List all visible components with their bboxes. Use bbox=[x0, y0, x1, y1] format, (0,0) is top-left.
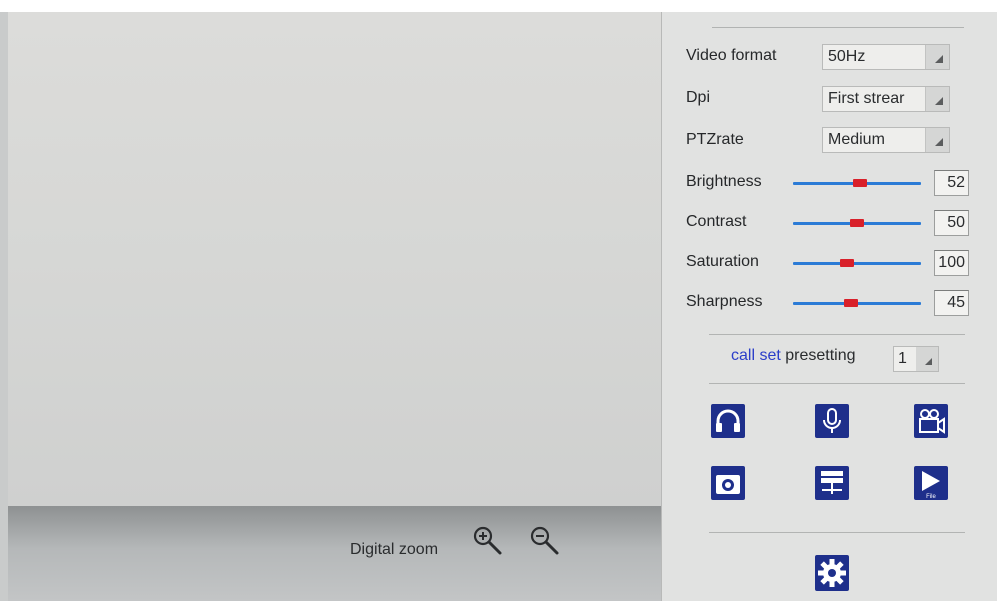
zoom-in-button[interactable] bbox=[470, 524, 510, 560]
gear-icon bbox=[818, 559, 846, 587]
preset-value: 1 bbox=[898, 350, 907, 367]
zoom-out-button[interactable] bbox=[527, 524, 567, 560]
brightness-label: Brightness bbox=[686, 173, 762, 190]
settings-button[interactable] bbox=[815, 555, 849, 591]
panel-divider bbox=[709, 383, 965, 384]
video-preview[interactable] bbox=[8, 12, 661, 506]
video-format-value: 50Hz bbox=[828, 48, 866, 65]
snapshot-button[interactable] bbox=[711, 466, 745, 500]
slider-thumb[interactable] bbox=[850, 219, 864, 227]
headphones-icon bbox=[716, 409, 740, 432]
sharpness-value[interactable]: 45 bbox=[934, 290, 969, 316]
app-window: Digital zoom Video format 50Hz Dpi First… bbox=[0, 0, 997, 601]
top-strip bbox=[0, 0, 997, 12]
dropdown-arrow-icon bbox=[925, 87, 949, 111]
ptz-rate-value: Medium bbox=[828, 131, 885, 148]
dpi-select[interactable]: First strear bbox=[822, 86, 950, 112]
network-button[interactable] bbox=[815, 466, 849, 500]
sharpness-slider[interactable] bbox=[793, 293, 921, 313]
file-play-icon: File bbox=[922, 471, 940, 500]
preset-row: call set presetting bbox=[731, 347, 856, 365]
brightness-value[interactable]: 52 bbox=[934, 170, 969, 196]
dropdown-arrow-icon bbox=[925, 45, 949, 69]
slider-thumb[interactable] bbox=[839, 259, 854, 267]
slider-thumb[interactable] bbox=[843, 299, 858, 307]
slider-track bbox=[793, 262, 921, 265]
saturation-value[interactable]: 100 bbox=[934, 250, 969, 276]
video-camera-icon bbox=[919, 409, 945, 434]
network-icon bbox=[821, 471, 843, 494]
presetting-label: presetting bbox=[785, 347, 856, 364]
audio-listen-button[interactable] bbox=[711, 404, 745, 438]
microphone-button[interactable] bbox=[815, 404, 849, 438]
panel-divider-top bbox=[712, 27, 964, 28]
saturation-slider[interactable] bbox=[793, 253, 921, 273]
panel-divider bbox=[709, 532, 965, 533]
contrast-value[interactable]: 50 bbox=[934, 210, 969, 236]
panel-divider bbox=[709, 334, 965, 335]
saturation-label: Saturation bbox=[686, 253, 759, 270]
microphone-icon bbox=[823, 408, 841, 433]
ptz-rate-label: PTZrate bbox=[686, 131, 744, 148]
preset-select[interactable]: 1 bbox=[893, 346, 939, 372]
contrast-label: Contrast bbox=[686, 213, 747, 230]
digital-zoom-label: Digital zoom bbox=[350, 541, 439, 558]
call-set-link[interactable]: call set bbox=[731, 347, 781, 364]
sharpness-label: Sharpness bbox=[686, 293, 763, 310]
slider-thumb[interactable] bbox=[852, 179, 867, 187]
dpi-label: Dpi bbox=[686, 89, 711, 106]
brightness-slider[interactable] bbox=[793, 173, 921, 193]
contrast-slider[interactable] bbox=[793, 213, 921, 233]
zoom-out-icon bbox=[530, 526, 559, 555]
dropdown-arrow-icon bbox=[925, 128, 949, 152]
dpi-value: First strear bbox=[828, 90, 905, 107]
camera-icon bbox=[716, 475, 740, 494]
video-format-select[interactable]: 50Hz bbox=[822, 44, 950, 70]
dropdown-arrow-icon bbox=[916, 347, 938, 371]
ptz-rate-select[interactable]: Medium bbox=[822, 127, 950, 153]
video-format-label: Video format bbox=[686, 47, 777, 64]
record-video-button[interactable] bbox=[914, 404, 948, 438]
file-icon-text: File bbox=[926, 494, 936, 500]
file-playback-button[interactable]: File bbox=[914, 466, 948, 500]
zoom-in-icon bbox=[473, 526, 502, 555]
